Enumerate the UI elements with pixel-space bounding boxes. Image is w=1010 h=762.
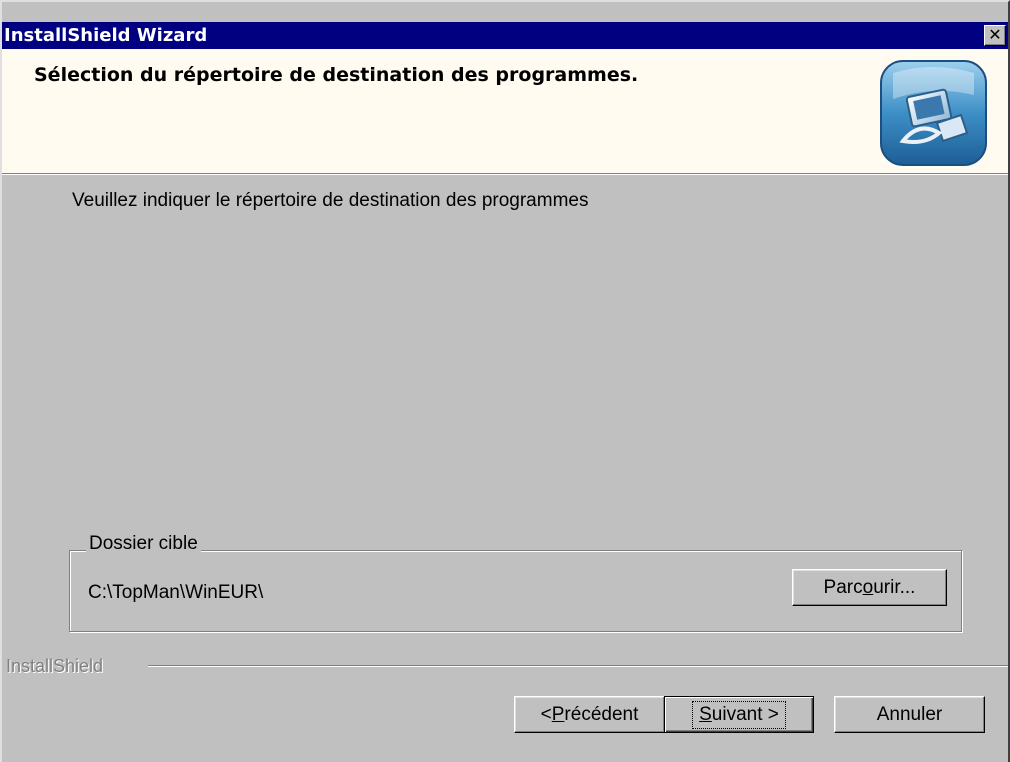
browse-button[interactable]: Parc o urir... <box>792 569 947 606</box>
close-button[interactable]: ✕ <box>984 25 1006 46</box>
focus-ring: Suivant > <box>692 700 786 729</box>
groupbox-label: Dossier cible <box>86 533 201 555</box>
installer-window: InstallShield Wizard ✕ Sélection du répe… <box>0 0 1010 762</box>
installshield-brand: InstallShield <box>6 656 104 676</box>
wizard-header: Sélection du répertoire de destination d… <box>2 49 1008 174</box>
header-separator <box>2 174 1008 175</box>
instruction-text: Veuillez indiquer le répertoire de desti… <box>72 190 589 211</box>
back-button[interactable]: < Précédent <box>514 696 665 733</box>
page-heading: Sélection du répertoire de destination d… <box>34 64 639 86</box>
window-title: InstallShield Wizard <box>4 25 208 46</box>
footer-divider <box>148 665 1008 667</box>
next-button[interactable]: Suivant > <box>664 696 814 733</box>
installshield-computer-icon <box>880 60 987 166</box>
title-bar[interactable]: InstallShield Wizard ✕ <box>2 22 1008 49</box>
destination-path: C:\TopMan\WinEUR\ <box>88 582 264 603</box>
close-icon: ✕ <box>988 25 1002 44</box>
cancel-button[interactable]: Annuler <box>834 696 985 733</box>
